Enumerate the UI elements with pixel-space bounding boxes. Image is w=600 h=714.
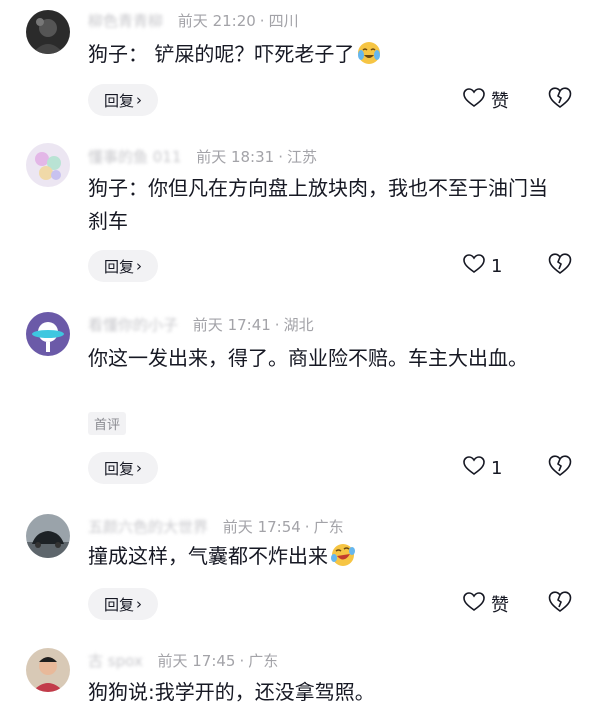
crying-laughing-emoji xyxy=(356,40,382,66)
chevron-right-icon: › xyxy=(136,595,142,613)
reply-label: 回复 xyxy=(103,459,134,478)
chevron-right-icon: › xyxy=(136,459,142,477)
comment-item: 五颜六色的大世界 前天 17:54 · 广东 撞成这样，气囊都不炸出来 回复 › 赞 xyxy=(0,512,600,640)
comment-time: 前天 17:41 xyxy=(192,316,271,334)
first-comment-tag: 首评 xyxy=(88,412,127,435)
avatar[interactable] xyxy=(26,10,70,54)
reply-button[interactable]: 回复 › xyxy=(88,588,158,620)
comment-location: 四川 xyxy=(268,12,299,30)
comment-text: 狗狗说:我学开的，还没拿驾照。 xyxy=(88,680,375,704)
like-count: 赞 xyxy=(491,595,509,616)
comment-text: 狗子：你但凡在方向盘上放块肉，我也不至于油门当刹车 xyxy=(88,176,548,233)
comment-text-content: 狗子： 铲屎的呢？吓死老子了 xyxy=(88,42,355,66)
author-name[interactable]: 懂事的鱼 011 xyxy=(88,148,181,166)
author-name[interactable]: 柳色青青柳 xyxy=(88,12,163,30)
comment-location: 广东 xyxy=(313,518,344,536)
like-count: 1 xyxy=(491,457,503,479)
comment-time: 前天 18:31 xyxy=(196,148,275,166)
heart-icon xyxy=(463,591,485,617)
comment-text-content: 撞成这样，气囊都不炸出来 xyxy=(88,544,328,568)
comment-time: 前天 17:54 xyxy=(222,518,301,536)
author-name[interactable]: 古 spox xyxy=(88,652,143,670)
dislike-button[interactable] xyxy=(548,84,572,116)
reply-label: 回复 xyxy=(103,91,134,110)
broken-heart-icon xyxy=(548,253,572,279)
like-count: 1 xyxy=(491,255,503,277)
avatar[interactable] xyxy=(26,514,70,558)
comment-location: 江苏 xyxy=(286,148,317,166)
reply-button[interactable]: 回复 › xyxy=(88,250,158,282)
comment-item: 懂事的鱼 011 前天 18:31 · 江苏 狗子：你但凡在方向盘上放块肉，我也不至… xyxy=(0,140,600,300)
comment-meta: 古 spox 前天 17:45 · 广东 xyxy=(88,652,279,670)
reply-label: 回复 xyxy=(103,595,134,614)
comment-text: 你这一发出来，得了。商业险不赔。车主大出血。 xyxy=(88,346,528,370)
broken-heart-icon xyxy=(548,87,572,113)
avatar[interactable] xyxy=(26,312,70,356)
reply-button[interactable]: 回复 › xyxy=(88,84,158,116)
broken-heart-icon xyxy=(548,591,572,617)
author-name[interactable]: 看懂你的小子 xyxy=(88,316,178,334)
reply-button[interactable]: 回复 › xyxy=(88,452,158,484)
chevron-right-icon: › xyxy=(136,91,142,109)
like-button[interactable]: 1 xyxy=(463,452,502,484)
dislike-button[interactable] xyxy=(548,250,572,282)
comment-meta: 看懂你的小子 前天 17:41 · 湖北 xyxy=(88,316,314,334)
comment-item: 柳色青青柳 前天 21:20 · 四川 狗子： 铲屎的呢？吓死老子了 回复 › 赞 xyxy=(0,0,600,128)
comment-location: 湖北 xyxy=(283,316,314,334)
comment-meta: 柳色青青柳 前天 21:20 · 四川 xyxy=(88,12,299,30)
dislike-button[interactable] xyxy=(548,452,572,484)
like-button[interactable]: 1 xyxy=(463,250,502,282)
comment-item: 古 spox 前天 17:45 · 广东 狗狗说:我学开的，还没拿驾照。 xyxy=(0,646,600,714)
comment-text: 狗子： 铲屎的呢？吓死老子了 xyxy=(88,38,578,71)
heart-icon xyxy=(463,87,485,113)
author-name[interactable]: 五颜六色的大世界 xyxy=(88,518,208,536)
comment-time: 前天 17:45 xyxy=(157,652,236,670)
avatar[interactable] xyxy=(26,648,70,692)
comment-text: 撞成这样，气囊都不炸出来 xyxy=(88,540,578,573)
comment-meta: 五颜六色的大世界 前天 17:54 · 广东 xyxy=(88,518,344,536)
comment-meta: 懂事的鱼 011 前天 18:31 · 江苏 xyxy=(88,148,317,166)
heart-icon xyxy=(463,253,485,279)
avatar[interactable] xyxy=(26,143,70,187)
heart-icon xyxy=(463,455,485,481)
chevron-right-icon: › xyxy=(136,257,142,275)
like-count: 赞 xyxy=(491,91,509,112)
rofl-emoji xyxy=(330,542,356,568)
comment-item: 看懂你的小子 前天 17:41 · 湖北 你这一发出来，得了。商业险不赔。车主大出血… xyxy=(0,310,600,500)
comment-time: 前天 21:20 xyxy=(177,12,256,30)
broken-heart-icon xyxy=(548,455,572,481)
like-button[interactable]: 赞 xyxy=(463,84,509,116)
like-button[interactable]: 赞 xyxy=(463,588,509,620)
comment-location: 广东 xyxy=(248,652,279,670)
dislike-button[interactable] xyxy=(548,588,572,620)
reply-label: 回复 xyxy=(103,257,134,276)
